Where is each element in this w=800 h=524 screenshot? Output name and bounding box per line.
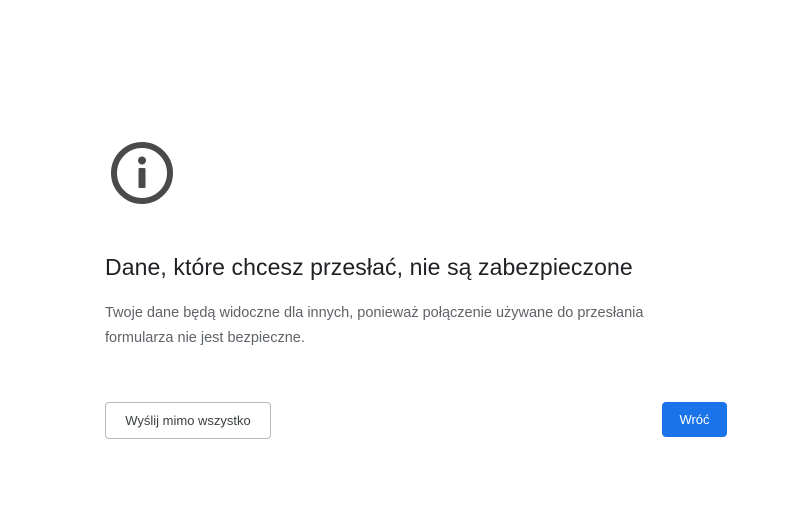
insecure-form-warning-page: Dane, które chcesz przesłać, nie są zabe… [0,0,800,524]
back-button[interactable]: Wróć [662,402,727,437]
page-title: Dane, które chcesz przesłać, nie są zabe… [105,254,633,280]
info-icon [111,142,173,204]
warning-message: Twoje dane będą widoczne dla innych, pon… [105,305,644,346]
send-anyway-button[interactable]: Wyślij mimo wszystko [105,402,271,439]
